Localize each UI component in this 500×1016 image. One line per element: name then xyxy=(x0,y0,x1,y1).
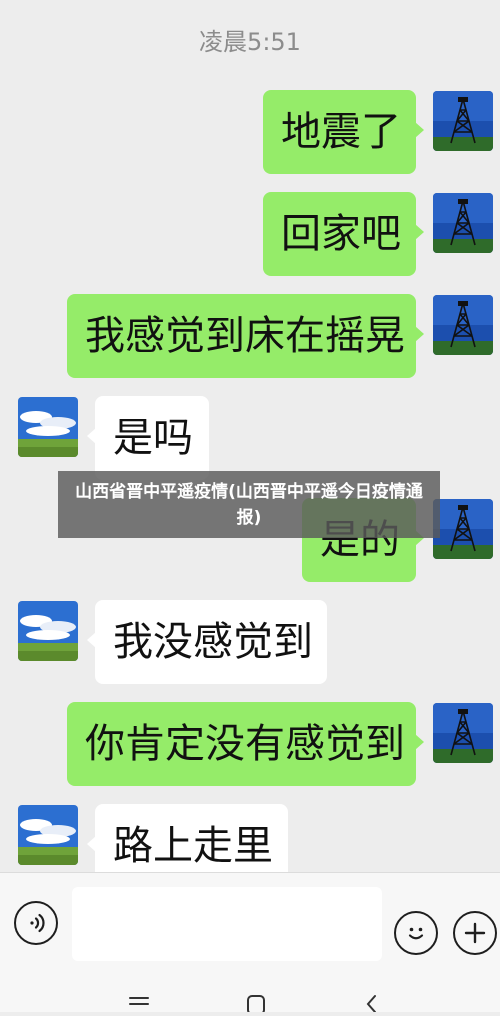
contact-message-bubble[interactable]: 是吗 xyxy=(87,396,209,480)
contact-message-bubble[interactable]: 我没感觉到 xyxy=(87,600,327,684)
article-caption-text: 山西省晋中平遥疫情(山西晋中平遥今日疫情通报) xyxy=(75,481,423,528)
my-avatar[interactable] xyxy=(433,295,493,355)
chat-input-bar xyxy=(0,872,500,973)
system-nav-bar xyxy=(0,972,500,1015)
message-timestamp: 凌晨5:51 xyxy=(199,28,301,56)
my-message-bubble[interactable]: 地震了 xyxy=(263,90,424,174)
home-icon[interactable] xyxy=(246,994,266,1016)
my-message-bubble[interactable]: 我感觉到床在摇晃 xyxy=(67,294,424,378)
back-icon[interactable] xyxy=(364,994,380,1016)
article-caption-overlay: 山西省晋中平遥疫情(山西晋中平遥今日疫情通报) xyxy=(58,471,440,538)
menu-icon[interactable] xyxy=(128,994,150,1016)
voice-icon[interactable] xyxy=(14,901,58,945)
my-avatar[interactable] xyxy=(433,91,493,151)
message-input[interactable] xyxy=(72,887,382,961)
my-message-bubble[interactable]: 你肯定没有感觉到 xyxy=(67,702,424,786)
contact-avatar[interactable] xyxy=(18,397,78,457)
my-avatar[interactable] xyxy=(433,193,493,253)
plus-icon[interactable] xyxy=(453,911,497,955)
my-avatar[interactable] xyxy=(433,499,493,559)
my-avatar[interactable] xyxy=(433,703,493,763)
contact-avatar[interactable] xyxy=(18,805,78,865)
emoji-icon[interactable] xyxy=(394,911,438,955)
my-message-bubble[interactable]: 回家吧 xyxy=(263,192,424,276)
contact-avatar[interactable] xyxy=(18,601,78,661)
